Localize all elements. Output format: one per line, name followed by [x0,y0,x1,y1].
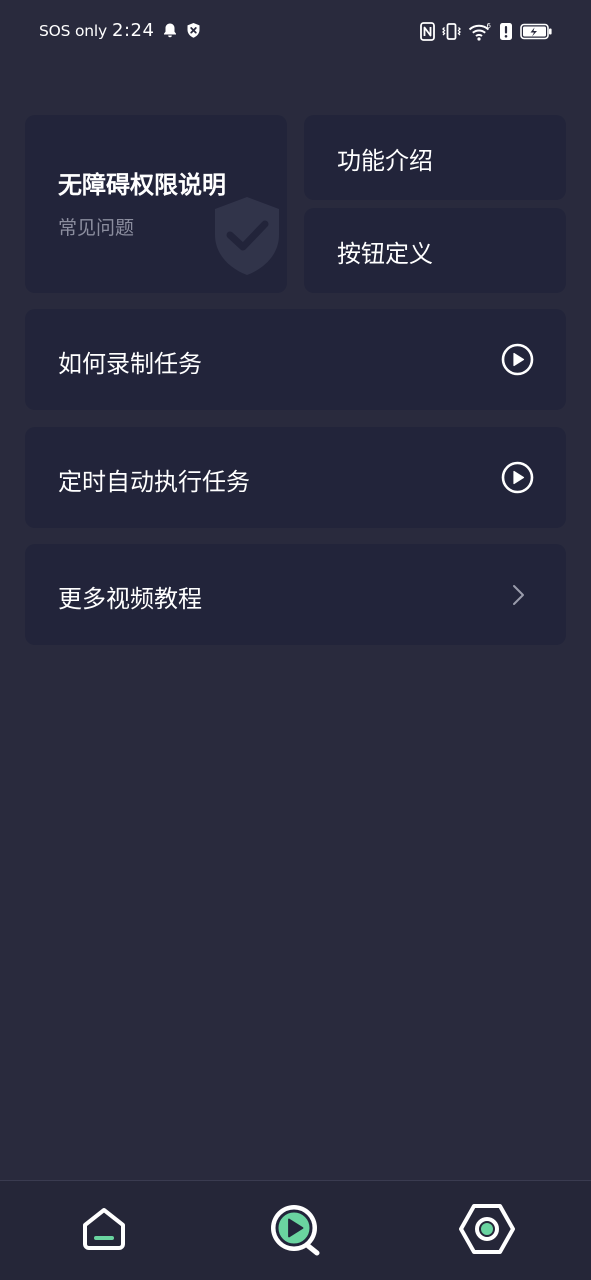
bottom-navigation-bar [0,1180,591,1280]
nav-home-button[interactable] [72,1199,136,1263]
status-left: SOS only 2:24 [39,20,201,41]
clock-text: 2:24 [112,20,155,41]
vibrate-icon [442,22,461,45]
tutorial-play-icon [267,1201,323,1261]
feature-intro-label: 功能介绍 [337,147,433,175]
wifi-6-icon: 6 [468,22,492,45]
record-task-label: 如何录制任务 [58,350,202,378]
scheduled-task-tutorial-card[interactable]: 定时自动执行任务 [25,427,566,528]
home-icon [80,1205,128,1257]
nfc-icon [420,22,435,45]
chevron-right-icon [501,578,534,611]
carrier-text: SOS only [39,21,107,40]
nav-tutorial-button[interactable] [263,1199,327,1263]
battery-icon [520,23,553,44]
settings-hex-icon [458,1202,516,1260]
alert-icon [499,22,513,45]
more-video-tutorials-card[interactable]: 更多视频教程 [25,544,566,645]
shield-x-icon [186,22,201,39]
svg-text:6: 6 [487,22,492,30]
help-screen: SOS only 2:24 6 无障碍权限说明 常见问题 功能介绍 按钮定义 如… [0,0,591,1280]
accessibility-permission-card[interactable]: 无障碍权限说明 常见问题 [25,115,287,293]
play-circle-icon[interactable] [501,461,534,494]
feature-intro-card[interactable]: 功能介绍 [304,115,566,200]
scheduled-task-label: 定时自动执行任务 [58,468,250,496]
button-definition-card[interactable]: 按钮定义 [304,208,566,293]
play-circle-icon[interactable] [501,343,534,376]
button-definition-label: 按钮定义 [337,240,433,268]
status-right: 6 [420,22,553,45]
shield-check-icon [208,193,286,283]
permission-card-title: 无障碍权限说明 [58,171,226,199]
more-videos-label: 更多视频教程 [58,585,202,613]
permission-card-subtitle: 常见问题 [58,217,135,239]
bell-icon [162,22,178,39]
nav-settings-button[interactable] [455,1199,519,1263]
record-task-tutorial-card[interactable]: 如何录制任务 [25,309,566,410]
status-bar: SOS only 2:24 6 [0,0,591,66]
